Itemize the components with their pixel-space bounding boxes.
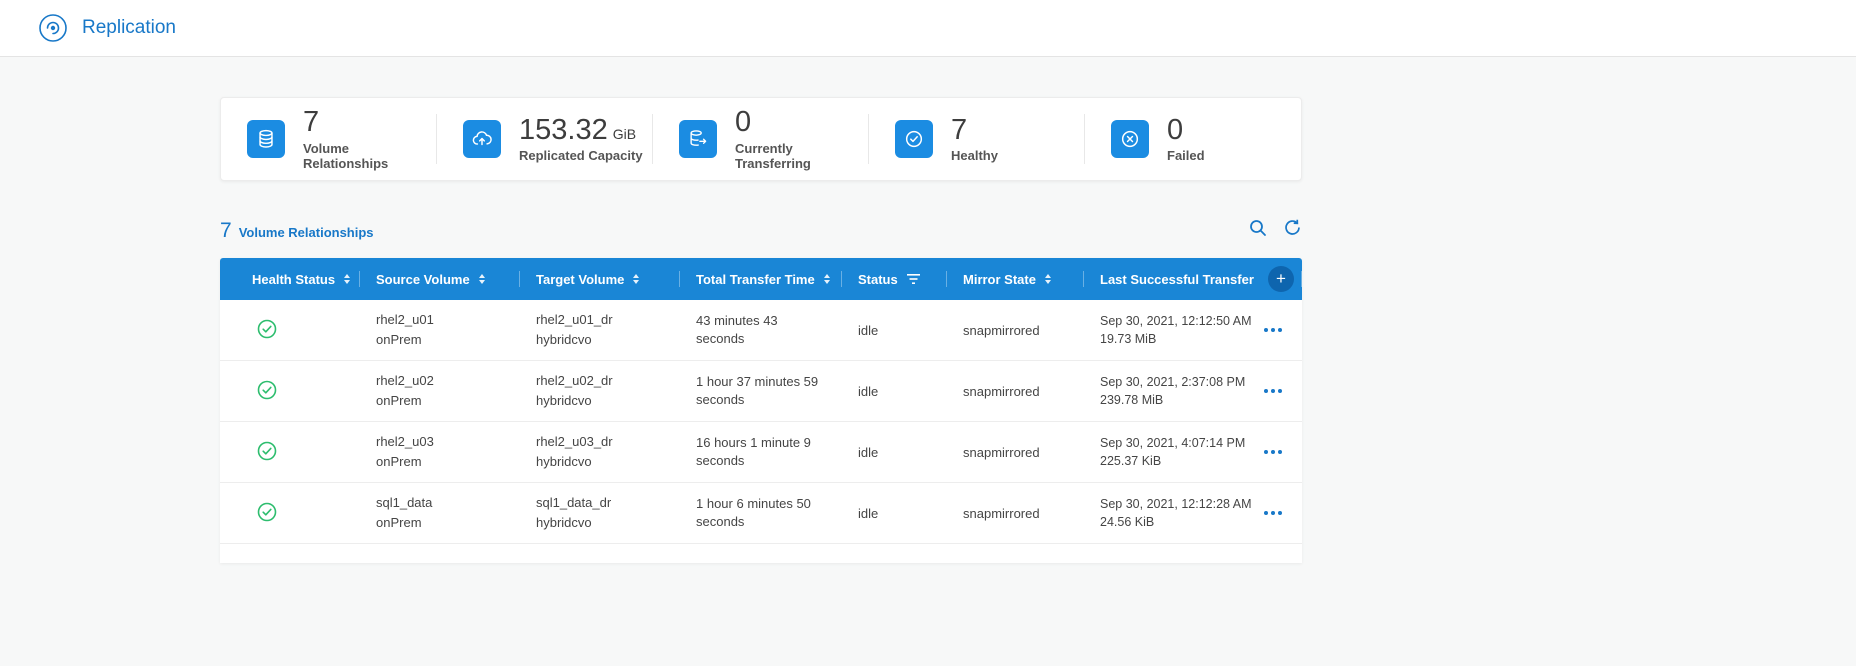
section-title: Volume Relationships xyxy=(239,225,374,240)
healthy-check-icon xyxy=(257,441,277,464)
total-transfer-time: 43 minutes 43 seconds xyxy=(696,312,828,348)
last-transfer-date: Sep 30, 2021, 12:12:50 AM xyxy=(1100,312,1256,330)
last-transfer-date: Sep 30, 2021, 4:07:14 PM xyxy=(1100,434,1256,452)
mirror-state: snapmirrored xyxy=(947,506,1084,521)
search-button[interactable] xyxy=(1249,219,1267,240)
failed-icon xyxy=(1111,120,1149,158)
volume-relationships-table: Health Status Source Volume Target Volum… xyxy=(220,258,1302,563)
add-relationship-button[interactable]: + xyxy=(1268,266,1294,292)
table-header-row: Health Status Source Volume Target Volum… xyxy=(220,258,1302,300)
table-section-header: 7 Volume Relationships xyxy=(220,218,1302,243)
source-environment: onPrem xyxy=(376,513,520,533)
relationship-status: idle xyxy=(842,384,947,399)
stat-label: Volume Relationships xyxy=(303,141,437,171)
relationship-status: idle xyxy=(842,445,947,460)
stat-value: 7 xyxy=(951,115,967,147)
table-row: rhel2_u02 onPrem rhel2_u02_dr hybridcvo … xyxy=(220,361,1302,422)
target-environment: hybridcvo xyxy=(536,330,680,350)
stat-value: 0 xyxy=(1167,115,1183,147)
target-volume-name: rhel2_u01_dr xyxy=(536,310,680,330)
stat-label: Replicated Capacity xyxy=(519,148,643,163)
stat-label: Currently Transferring xyxy=(735,141,869,171)
healthy-check-icon xyxy=(257,502,277,525)
target-environment: hybridcvo xyxy=(536,452,680,472)
row-actions-menu-icon[interactable] xyxy=(1260,507,1286,519)
table-row: sql1_log sql1_log_dr xyxy=(220,544,1302,563)
total-transfer-time: 1 hour 6 minutes 50 seconds xyxy=(696,495,828,531)
last-transfer-date: Sep 30, 2021, 2:37:08 PM xyxy=(1100,373,1256,391)
source-volume-name: sql1_data xyxy=(376,493,520,513)
currently-transferring-icon xyxy=(679,120,717,158)
total-transfer-time: 16 hours 1 minute 9 seconds xyxy=(696,434,828,470)
replication-service-icon xyxy=(38,13,68,43)
total-transfer-time: 1 hour 37 minutes 59 seconds xyxy=(696,373,828,409)
relationship-status: idle xyxy=(842,323,947,338)
mirror-state: snapmirrored xyxy=(947,323,1084,338)
sort-icon[interactable] xyxy=(824,274,830,284)
replicated-capacity-icon xyxy=(463,120,501,158)
row-actions-menu-icon[interactable] xyxy=(1260,324,1286,336)
target-volume-name: rhel2_u02_dr xyxy=(536,371,680,391)
stat-value: 153.32 xyxy=(519,115,608,147)
search-icon xyxy=(1249,219,1267,240)
healthy-check-icon xyxy=(257,563,277,564)
stat-volume-relationships: 7 Volume Relationships xyxy=(221,98,437,180)
last-transfer-date: Sep 30, 2021, 12:12:28 AM xyxy=(1100,495,1256,513)
stat-healthy: 7 Healthy xyxy=(869,98,1085,180)
stat-unit: GiB xyxy=(613,126,636,142)
healthy-check-icon xyxy=(257,380,277,403)
source-volume-name: rhel2_u01 xyxy=(376,310,520,330)
top-bar: Replication xyxy=(0,0,1856,57)
refresh-button[interactable] xyxy=(1283,218,1302,240)
summary-card: 7 Volume Relationships 153.32 GiB Replic… xyxy=(220,97,1302,181)
row-actions-menu-icon[interactable] xyxy=(1260,385,1286,397)
stat-value: 0 xyxy=(735,107,751,139)
source-volume-name: rhel2_u02 xyxy=(376,371,520,391)
source-environment: onPrem xyxy=(376,452,520,472)
sort-icon[interactable] xyxy=(479,274,485,284)
column-header-total-transfer-time: Total Transfer Time xyxy=(680,258,842,300)
page-title: Replication xyxy=(82,17,176,39)
table-row: rhel2_u03 onPrem rhel2_u03_dr hybridcvo … xyxy=(220,422,1302,483)
column-header-source-volume: Source Volume xyxy=(360,258,520,300)
sort-icon[interactable] xyxy=(633,274,639,284)
target-volume-name: sql1_data_dr xyxy=(536,493,680,513)
refresh-icon xyxy=(1283,218,1302,240)
replication-page: Replication 7 Volume Relationships xyxy=(0,0,1856,666)
relationship-count: 7 xyxy=(220,219,232,243)
target-environment: hybridcvo xyxy=(536,391,680,411)
target-volume-name: rhel2_u03_dr xyxy=(536,432,680,452)
column-header-health-status: Health Status xyxy=(220,258,360,300)
column-header-status: Status xyxy=(842,258,947,300)
stat-failed: 0 Failed xyxy=(1085,98,1301,180)
row-actions-menu-icon[interactable] xyxy=(1260,446,1286,458)
volume-relationships-icon xyxy=(247,120,285,158)
stat-label: Healthy xyxy=(951,148,998,163)
source-volume-name: rhel2_u03 xyxy=(376,432,520,452)
table-row: rhel2_u01 onPrem rhel2_u01_dr hybridcvo … xyxy=(220,300,1302,361)
source-environment: onPrem xyxy=(376,330,520,350)
source-environment: onPrem xyxy=(376,391,520,411)
mirror-state: snapmirrored xyxy=(947,384,1084,399)
healthy-icon xyxy=(895,120,933,158)
stat-replicated-capacity: 153.32 GiB Replicated Capacity xyxy=(437,98,653,180)
target-environment: hybridcvo xyxy=(536,513,680,533)
sort-icon[interactable] xyxy=(344,274,350,284)
filter-icon[interactable] xyxy=(907,274,920,285)
stat-currently-transferring: 0 Currently Transferring xyxy=(653,98,869,180)
column-header-target-volume: Target Volume xyxy=(520,258,680,300)
stat-value: 7 xyxy=(303,107,319,139)
mirror-state: snapmirrored xyxy=(947,445,1084,460)
healthy-check-icon xyxy=(257,319,277,342)
column-header-mirror-state: Mirror State xyxy=(947,258,1084,300)
stat-label: Failed xyxy=(1167,148,1205,163)
sort-icon[interactable] xyxy=(1045,274,1051,284)
table-row: sql1_data onPrem sql1_data_dr hybridcvo … xyxy=(220,483,1302,544)
relationship-status: idle xyxy=(842,506,947,521)
